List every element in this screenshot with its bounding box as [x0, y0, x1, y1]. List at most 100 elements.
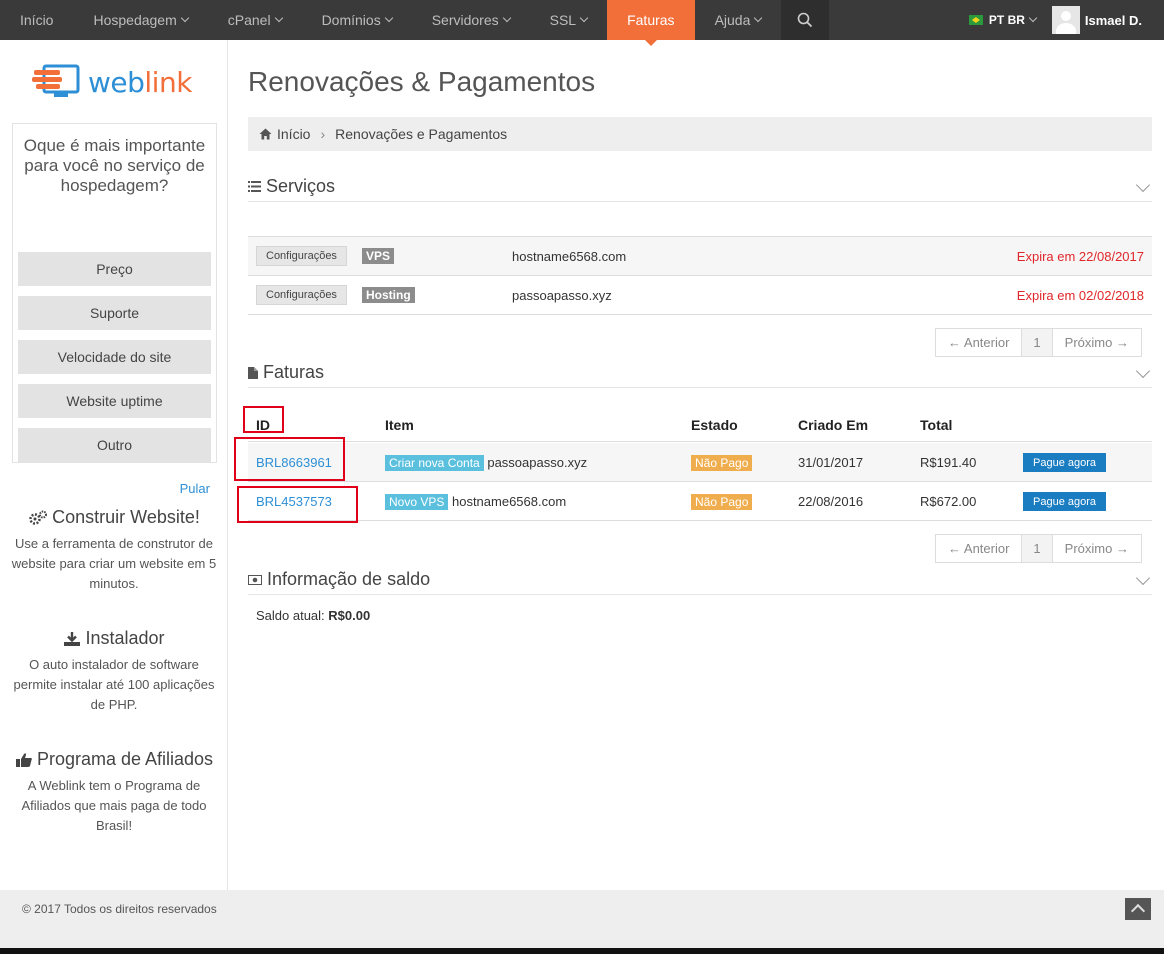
breadcrumb: Início › Renovações e Pagamentos — [248, 117, 1152, 151]
nav-item-cpanel[interactable]: cPanel — [208, 0, 302, 40]
breadcrumb-current: Renovações e Pagamentos — [335, 126, 508, 142]
nav-item-label: SSL — [549, 12, 577, 28]
poll-option-preco[interactable]: Preço — [18, 252, 211, 286]
bottom-bar — [0, 948, 1164, 954]
highlight-box — [243, 406, 284, 433]
services-header[interactable]: Serviços — [248, 172, 1152, 202]
configurations-button[interactable]: Configurações — [256, 285, 347, 305]
invoice-item-name: passoapasso.xyz — [487, 455, 588, 470]
logo-text-web: web — [88, 65, 145, 99]
weblink-logo[interactable]: weblink — [32, 64, 192, 100]
nav-item-label: Domínios — [321, 12, 381, 28]
invoice-created: 31/01/2017 — [798, 455, 864, 470]
balance-heading: Informação de saldo — [267, 569, 431, 589]
chevron-down-icon — [274, 13, 283, 23]
col-created[interactable]: Criado Em — [798, 417, 868, 433]
chevron-down-icon[interactable] — [1135, 570, 1151, 586]
configurations-button[interactable]: Configurações — [256, 246, 347, 266]
poll-option-outro[interactable]: Outro — [18, 428, 211, 462]
highlight-box — [234, 437, 345, 481]
service-type-badge: VPS — [362, 248, 395, 264]
service-type-badge: Hosting — [362, 287, 415, 303]
chevron-down-icon[interactable] — [1135, 177, 1151, 193]
installer-title[interactable]: Instalador — [0, 628, 228, 649]
invoices-table-header: ID Item Estado Criado Em Total — [248, 411, 1152, 442]
services-heading: Serviços — [266, 176, 336, 196]
nav-item-ssl[interactable]: SSL — [530, 0, 607, 40]
user-menu[interactable]: Ismael D. — [1048, 0, 1164, 40]
balance-header[interactable]: Informação de saldo — [248, 565, 1152, 595]
service-domain: passoapasso.xyz — [512, 287, 612, 303]
chevron-down-icon — [384, 13, 393, 23]
balance-label: Saldo atual: — [256, 608, 325, 623]
invoice-row: BRL8663961 Criar nova Conta passoapasso.… — [248, 443, 1152, 482]
affiliates-block: Programa de Afiliados A Weblink tem o Pr… — [0, 749, 228, 836]
pager-next[interactable]: Próximo → — [1053, 329, 1141, 356]
installer-block: Instalador O auto instalador de software… — [0, 628, 228, 715]
top-navbar: Início Hospedagem cPanel Domínios Servid… — [0, 0, 1164, 46]
pay-now-button[interactable]: Pague agora — [1023, 492, 1106, 511]
logo-text: weblink — [88, 66, 192, 99]
invoice-total: R$191.40 — [920, 455, 977, 470]
chevron-down-icon[interactable] — [1135, 363, 1151, 379]
col-total[interactable]: Total — [920, 417, 952, 433]
current-balance: Saldo atual: R$0.00 — [256, 608, 370, 623]
builder-title[interactable]: Construir Website! — [0, 507, 228, 528]
file-icon — [248, 366, 258, 379]
builder-title-label: Construir Website! — [52, 507, 200, 527]
nav-item-dominios[interactable]: Domínios — [302, 0, 412, 40]
chevron-down-icon — [579, 13, 589, 23]
poll-option-suporte[interactable]: Suporte — [18, 296, 211, 330]
pager-page[interactable]: 1 — [1022, 535, 1053, 562]
language-selector[interactable]: PT BR — [957, 0, 1048, 40]
footer-copyright: © 2017 Todos os direitos reservados — [22, 902, 217, 916]
invoice-created: 22/08/2016 — [798, 494, 864, 509]
installer-title-label: Instalador — [85, 628, 165, 648]
page-title: Renovações & Pagamentos — [248, 66, 596, 97]
pay-now-button[interactable]: Pague agora — [1023, 453, 1106, 472]
poll-option-velocidade[interactable]: Velocidade do site — [18, 340, 211, 374]
breadcrumb-separator: › — [320, 126, 326, 142]
col-status[interactable]: Estado — [691, 417, 738, 433]
invoice-status-badge: Não Pago — [691, 455, 753, 471]
affiliates-title[interactable]: Programa de Afiliados — [0, 749, 228, 770]
nav-item-ajuda[interactable]: Ajuda — [695, 0, 782, 40]
brazil-flag-icon — [968, 15, 983, 25]
breadcrumb-home[interactable]: Início — [277, 126, 310, 142]
invoice-item-tag: Criar nova Conta — [385, 455, 484, 471]
nav-item-label: Hospedagem — [93, 12, 177, 28]
search-icon — [798, 12, 813, 28]
language-label: PT BR — [988, 13, 1025, 27]
home-icon — [259, 128, 272, 140]
invoice-item: Novo VPS hostname6568.com — [385, 494, 566, 510]
logo-text-link: link — [144, 65, 192, 99]
nav-item-label: Faturas — [627, 12, 675, 28]
list-icon — [248, 181, 261, 192]
service-row: Configurações VPS hostname6568.com Expir… — [248, 237, 1152, 276]
poll-widget: Oque é mais importante para você no serv… — [12, 123, 217, 496]
pager-next[interactable]: Próximo → — [1053, 535, 1141, 562]
nav-item-servidores[interactable]: Servidores — [412, 0, 530, 40]
invoices-header[interactable]: Faturas — [248, 358, 1152, 388]
poll-option-uptime[interactable]: Website uptime — [18, 384, 211, 418]
pager-prev[interactable]: ← Anterior — [936, 329, 1023, 356]
scroll-to-top-button[interactable] — [1125, 898, 1151, 920]
chevron-down-icon — [1028, 13, 1038, 23]
nav-item-hospedagem[interactable]: Hospedagem — [73, 0, 207, 40]
chevron-down-icon — [754, 13, 763, 23]
chevron-down-icon — [502, 13, 511, 23]
service-expiry: Expira em 02/02/2018 — [1016, 287, 1144, 303]
highlight-box — [237, 486, 358, 523]
invoice-item: Criar nova Conta passoapasso.xyz — [385, 455, 588, 471]
nav-item-faturas[interactable]: Faturas — [607, 0, 695, 46]
money-icon — [248, 574, 262, 585]
nav-item-inicio[interactable]: Início — [0, 0, 73, 40]
pager-page[interactable]: 1 — [1022, 329, 1053, 356]
col-item[interactable]: Item — [385, 417, 414, 433]
search-button[interactable] — [781, 0, 830, 40]
service-domain: hostname6568.com — [512, 248, 627, 264]
service-row: Configurações Hosting passoapasso.xyz Ex… — [248, 276, 1152, 315]
poll-skip-link[interactable]: Pular — [180, 481, 210, 496]
logo-mark-icon — [32, 64, 80, 97]
pager-prev[interactable]: ← Anterior — [936, 535, 1023, 562]
